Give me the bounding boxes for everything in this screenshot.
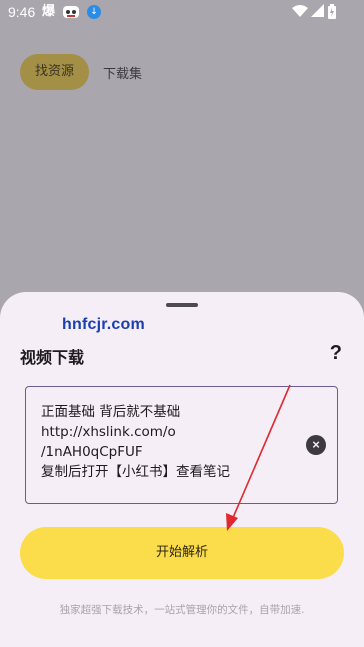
- status-time: 9:46: [8, 4, 36, 20]
- bottom-sheet: hnfcjr.com 视频下载 ? 正面基础 背后就不基础 http://xhs…: [0, 292, 364, 647]
- link-input-field[interactable]: 正面基础 背后就不基础 http://xhslink.com/o /1nAH0q…: [25, 386, 338, 504]
- download-icon: ↓: [87, 5, 101, 19]
- start-parse-button[interactable]: 开始解析: [20, 527, 344, 579]
- status-bar: 9:46 爆 ↓: [0, 0, 364, 26]
- help-icon[interactable]: ?: [330, 342, 342, 365]
- clear-icon[interactable]: ×: [306, 435, 326, 455]
- wifi-icon: [292, 4, 308, 23]
- watermark-text: hnfcjr.com: [62, 316, 145, 333]
- tab-download-collection[interactable]: 下载集: [103, 63, 142, 82]
- footer-note: 独家超强下载技术，一站式管理你的文件，自带加速.: [59, 604, 305, 616]
- battery-icon: [328, 4, 336, 24]
- top-tabs: 找资源 下载集: [20, 54, 142, 90]
- drag-handle[interactable]: [166, 303, 198, 307]
- signal-icon: [311, 4, 325, 23]
- sheet-title: 视频下载: [20, 348, 85, 367]
- link-input-value[interactable]: 正面基础 背后就不基础 http://xhslink.com/o /1nAH0q…: [41, 402, 291, 482]
- tab-find-resources[interactable]: 找资源: [20, 54, 90, 90]
- mascot-icon: [62, 4, 80, 25]
- notification-icon-bao: 爆: [42, 4, 56, 19]
